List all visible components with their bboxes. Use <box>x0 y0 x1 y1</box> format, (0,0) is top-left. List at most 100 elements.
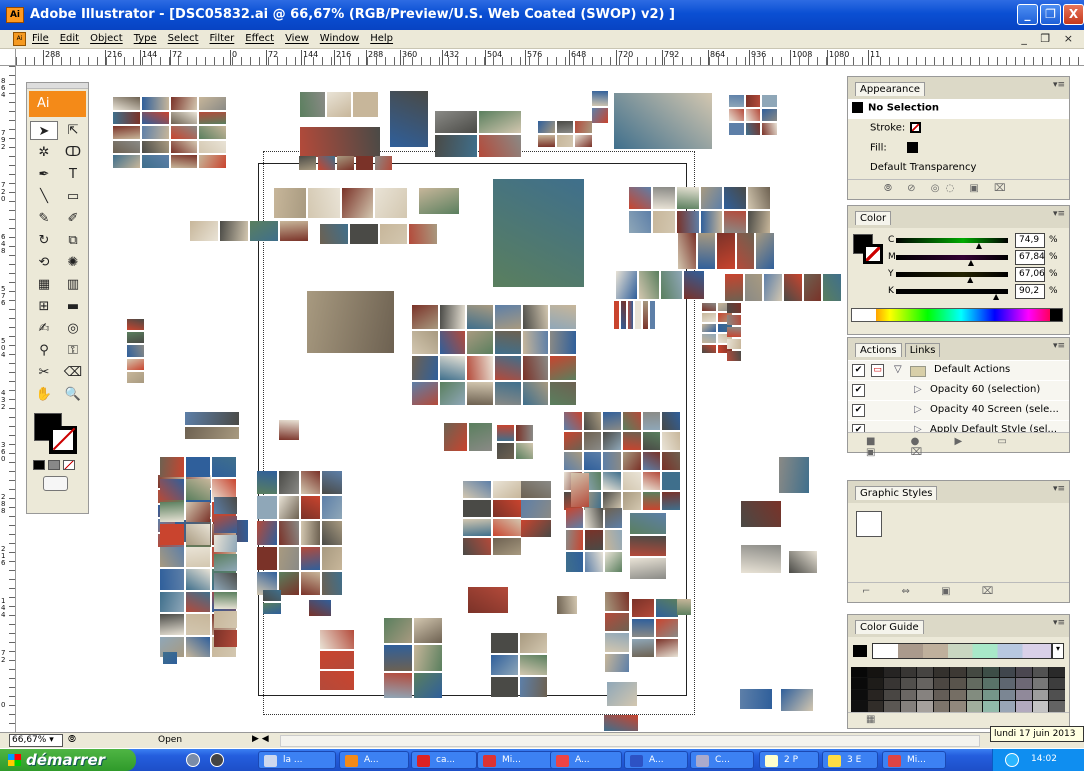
image-thumbnail[interactable] <box>516 443 533 459</box>
image-thumbnail[interactable] <box>435 111 477 133</box>
image-thumbnail-group[interactable] <box>741 501 781 527</box>
color-variation-swatch[interactable] <box>1016 701 1032 712</box>
image-thumbnail-group[interactable] <box>163 652 177 664</box>
image-thumbnail[interactable] <box>274 188 306 218</box>
image-thumbnail[interactable] <box>630 558 666 579</box>
vertical-ruler[interactable]: 864 792 720 648 576 504 432 360 288 216 144 72 0 <box>0 66 16 733</box>
image-thumbnail-group[interactable] <box>493 179 584 287</box>
color-variation-swatch[interactable] <box>917 701 933 712</box>
image-thumbnail[interactable] <box>463 500 491 517</box>
color-variation-swatch[interactable] <box>966 678 983 689</box>
image-thumbnail[interactable] <box>575 121 592 133</box>
direct-selection-icon[interactable]: ⇱ <box>59 121 87 140</box>
image-thumbnail[interactable] <box>141 111 169 125</box>
color-variation-swatch[interactable] <box>884 667 900 678</box>
document-icon[interactable]: Ai <box>13 32 26 46</box>
image-thumbnail[interactable] <box>412 381 438 405</box>
image-thumbnail[interactable] <box>603 472 621 490</box>
image-thumbnail[interactable] <box>493 519 521 536</box>
image-thumbnail[interactable] <box>656 599 678 617</box>
panel-menu-icon[interactable]: ▾≡ <box>1053 484 1065 494</box>
color-variation-swatch[interactable] <box>933 667 950 678</box>
image-thumbnail[interactable] <box>468 587 508 613</box>
image-thumbnail-group[interactable] <box>300 127 380 157</box>
image-thumbnail[interactable] <box>414 645 442 671</box>
image-thumbnail[interactable] <box>566 530 584 550</box>
status-menu-arrow-icon[interactable]: ▶ ◀ <box>252 734 269 744</box>
image-thumbnail[interactable] <box>521 500 551 518</box>
image-thumbnail[interactable] <box>190 221 218 241</box>
color-variation-swatch[interactable] <box>851 701 867 712</box>
image-thumbnail[interactable] <box>630 535 666 557</box>
image-thumbnail-group[interactable] <box>419 188 459 214</box>
color-mode-button[interactable] <box>33 460 45 470</box>
image-thumbnail[interactable] <box>185 426 239 439</box>
image-thumbnail-group[interactable] <box>185 412 239 439</box>
color-spectrum-ramp[interactable] <box>851 308 1063 322</box>
image-thumbnail[interactable] <box>638 271 659 299</box>
image-thumbnail[interactable] <box>160 614 184 635</box>
image-thumbnail[interactable] <box>390 91 428 147</box>
image-thumbnail[interactable] <box>199 140 226 154</box>
image-thumbnail[interactable] <box>604 715 638 731</box>
image-thumbnail[interactable] <box>494 381 521 405</box>
image-thumbnail[interactable] <box>629 211 651 233</box>
channel-slider[interactable] <box>896 272 1008 277</box>
taskbar-item[interactable]: A... <box>339 751 409 769</box>
image-thumbnail[interactable] <box>463 538 491 555</box>
image-thumbnail[interactable] <box>263 603 281 614</box>
image-thumbnail[interactable] <box>632 599 654 617</box>
harmony-rules-dropdown[interactable] <box>872 643 1052 659</box>
image-thumbnail[interactable] <box>278 521 299 545</box>
image-thumbnail-group[interactable] <box>571 473 589 507</box>
channel-value-field[interactable]: 67,06 <box>1015 267 1045 282</box>
image-thumbnail[interactable] <box>494 356 521 380</box>
image-thumbnail[interactable] <box>170 111 198 125</box>
image-thumbnail[interactable] <box>583 452 602 470</box>
image-thumbnail[interactable] <box>604 552 622 572</box>
image-thumbnail[interactable] <box>322 471 342 495</box>
version-cue-icon[interactable]: ⦾ <box>68 734 76 745</box>
image-thumbnail-group[interactable] <box>729 95 777 135</box>
color-variation-swatch[interactable] <box>983 689 999 701</box>
image-thumbnail[interactable] <box>491 633 518 653</box>
image-thumbnail[interactable] <box>756 233 774 269</box>
image-thumbnail[interactable] <box>571 473 589 507</box>
image-thumbnail[interactable] <box>632 619 654 637</box>
image-thumbnail[interactable] <box>186 479 210 500</box>
scissors-icon[interactable]: ✂ <box>30 363 58 382</box>
channel-slider[interactable] <box>896 238 1008 243</box>
image-thumbnail[interactable] <box>677 599 691 615</box>
image-thumbnail-group[interactable] <box>257 471 342 595</box>
image-thumbnail[interactable] <box>439 330 466 354</box>
image-thumbnail[interactable] <box>322 571 342 595</box>
image-thumbnail[interactable] <box>635 301 641 329</box>
menu-type[interactable]: Type <box>134 33 157 44</box>
image-thumbnail[interactable] <box>384 645 412 671</box>
actions-buttons[interactable]: ■ ● ▶ ▭ ▣ ⌧ <box>848 432 1069 458</box>
menu-view[interactable]: View <box>285 33 309 44</box>
blend-icon[interactable]: ◎ <box>59 319 87 338</box>
image-thumbnail[interactable] <box>199 97 226 110</box>
image-thumbnail[interactable] <box>307 291 394 353</box>
image-thumbnail[interactable] <box>199 155 226 168</box>
image-thumbnail-group[interactable] <box>538 121 592 147</box>
image-thumbnail-group[interactable] <box>435 111 521 157</box>
color-variation-swatch[interactable] <box>1049 701 1065 712</box>
image-thumbnail[interactable] <box>160 591 184 613</box>
hand-icon[interactable]: ✋ <box>30 385 58 404</box>
image-thumbnail-group[interactable] <box>678 233 774 269</box>
image-thumbnail[interactable] <box>300 521 321 545</box>
image-thumbnail[interactable] <box>160 546 184 568</box>
image-thumbnail[interactable] <box>160 457 184 478</box>
image-thumbnail[interactable] <box>439 381 466 405</box>
screen-mode-button[interactable] <box>43 476 68 491</box>
color-variation-swatch[interactable] <box>933 678 950 689</box>
image-thumbnail[interactable] <box>564 452 582 470</box>
image-thumbnail[interactable] <box>322 546 342 570</box>
image-thumbnail[interactable] <box>127 371 144 383</box>
image-thumbnail[interactable] <box>744 274 763 301</box>
image-thumbnail[interactable] <box>662 432 680 450</box>
image-thumbnail[interactable] <box>170 126 198 139</box>
color-variation-swatch[interactable] <box>867 678 884 689</box>
